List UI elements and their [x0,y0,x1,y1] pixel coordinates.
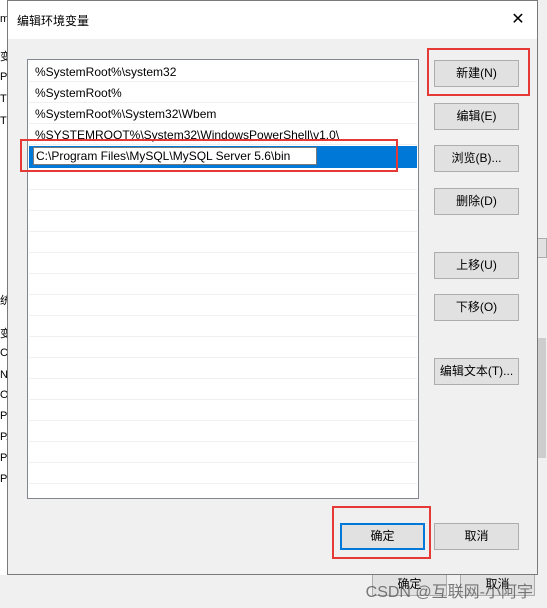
list-item[interactable]: %SystemRoot%\System32\Wbem [29,104,417,124]
edit-button[interactable]: 编辑(E) [434,103,519,130]
path-list[interactable]: %SystemRoot%\system32 %SystemRoot% %Syst… [27,59,419,499]
list-divider [29,357,417,358]
list-item[interactable]: %SYSTEMROOT%\System32\WindowsPowerShell\… [29,125,417,145]
edit-env-variable-dialog: 编辑环境变量 ✕ %SystemRoot%\system32 %SystemRo… [7,0,538,575]
list-divider [29,210,417,211]
list-divider [29,378,417,379]
list-divider [29,294,417,295]
list-item[interactable]: %SystemRoot% [29,83,417,103]
list-divider [29,462,417,463]
list-divider [29,420,417,421]
move-up-button[interactable]: 上移(U) [434,252,519,279]
new-button[interactable]: 新建(N) [434,60,519,87]
list-item-selected[interactable] [29,146,417,168]
delete-button[interactable]: 删除(D) [434,188,519,215]
dialog-title: 编辑环境变量 [17,14,90,28]
list-divider [29,441,417,442]
list-divider [29,273,417,274]
title-bar: 编辑环境变量 ✕ [8,1,537,39]
browse-button[interactable]: 浏览(B)... [434,145,519,172]
list-divider [29,315,417,316]
ok-button[interactable]: 确定 [340,523,425,550]
list-item[interactable]: %SystemRoot%\system32 [29,62,417,82]
list-divider [29,399,417,400]
path-edit-input[interactable] [33,147,317,165]
list-divider [29,336,417,337]
close-icon[interactable]: ✕ [507,9,529,31]
move-down-button[interactable]: 下移(O) [434,294,519,321]
list-divider [29,231,417,232]
cancel-button[interactable]: 取消 [434,523,519,550]
list-divider [29,252,417,253]
list-divider [29,483,417,484]
edit-text-button[interactable]: 编辑文本(T)... [434,358,519,385]
background-scrollbar-thumb[interactable] [538,338,546,458]
list-divider [29,189,417,190]
watermark: CSDN @互联网-小阿宇 [365,584,533,601]
